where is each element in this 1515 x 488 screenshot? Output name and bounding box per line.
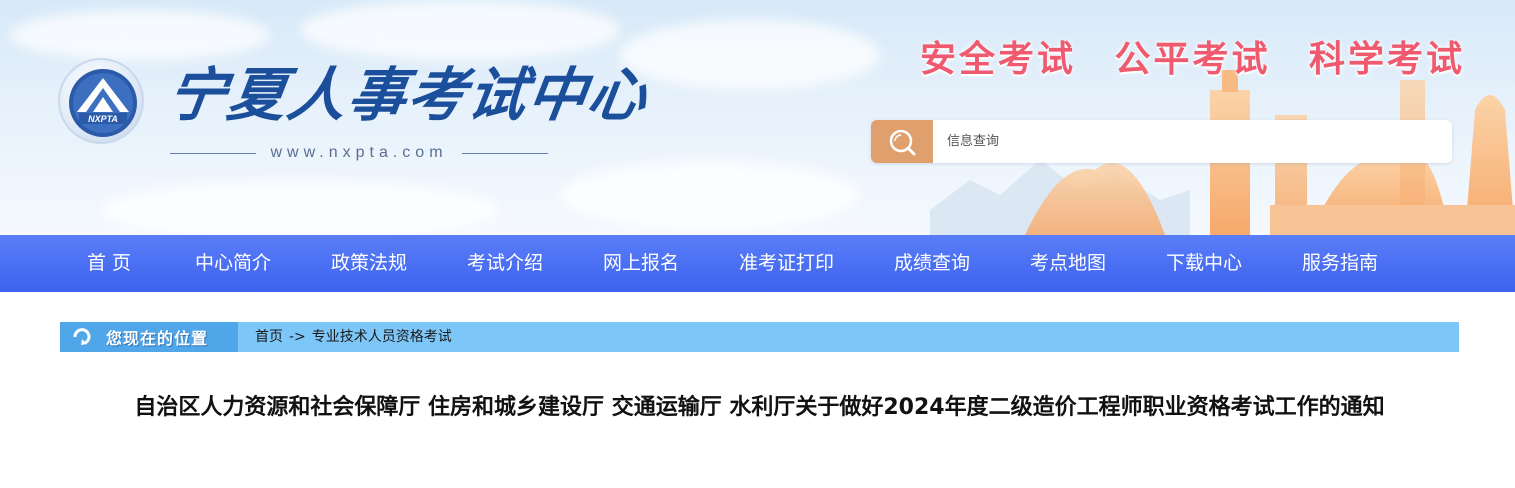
search-icon <box>889 129 916 155</box>
nav-item-policy[interactable]: 政策法规 <box>331 235 407 292</box>
nav-item-score-query[interactable]: 成绩查询 <box>894 235 970 292</box>
site-url-row: www.nxpta.com <box>170 142 549 164</box>
nav-item-about[interactable]: 中心简介 <box>195 235 271 292</box>
nav-item-admission-ticket[interactable]: 准考证打印 <box>739 235 834 292</box>
nav-item-exam-intro[interactable]: 考试介绍 <box>467 235 543 292</box>
nav-item-home[interactable]: 首 页 <box>87 235 131 292</box>
breadcrumb-label: 您现在的位置 <box>106 329 209 348</box>
url-divider-left <box>170 152 257 154</box>
article-title: 自治区人力资源和社会保障厅 住房和城乡建设厅 交通运输厅 水利厅关于做好2024… <box>134 395 1385 420</box>
breadcrumb-label-box: 您现在的位置 <box>60 322 238 352</box>
site-name[interactable]: 宁夏人事考试中心 <box>163 60 653 130</box>
search-input[interactable] <box>933 120 1452 163</box>
site-url: www.nxpta.com <box>270 144 448 161</box>
mountain-logo-icon: NXPTA <box>69 69 137 137</box>
location-arrow-icon <box>73 328 91 345</box>
slogan-row: 安全考试 公平考试 科学考试 <box>920 30 1465 82</box>
logo-emblem-text: NXPTA <box>88 114 118 124</box>
nav-item-downloads[interactable]: 下载中心 <box>1166 235 1242 292</box>
breadcrumb-separator: -> <box>289 329 306 345</box>
main-nav: 首 页 中心简介 政策法规 考试介绍 网上报名 准考证打印 成绩查询 考点地图 … <box>0 235 1515 292</box>
breadcrumb-home-link[interactable]: 首页 <box>255 322 283 352</box>
site-logo-emblem[interactable]: NXPTA <box>58 58 144 144</box>
search-box <box>871 120 1452 163</box>
nav-item-registration[interactable]: 网上报名 <box>603 235 679 292</box>
search-button[interactable] <box>871 120 933 163</box>
slogan-safe: 安全考试 <box>920 39 1077 80</box>
nav-item-service-guide[interactable]: 服务指南 <box>1302 235 1378 292</box>
url-divider-right <box>461 152 549 154</box>
breadcrumb-path: 首页 -> 专业技术人员资格考试 <box>255 322 452 352</box>
breadcrumb-current[interactable]: 专业技术人员资格考试 <box>312 322 452 352</box>
nav-item-venue-map[interactable]: 考点地图 <box>1030 235 1106 292</box>
breadcrumb: 您现在的位置 首页 -> 专业技术人员资格考试 <box>60 322 1459 352</box>
slogan-fair: 公平考试 <box>1114 39 1271 80</box>
header-banner: NXPTA 宁夏人事考试中心 www.nxpta.com 安全考试 公平考试 科… <box>0 0 1515 235</box>
slogan-scientific: 科学考试 <box>1308 39 1465 80</box>
